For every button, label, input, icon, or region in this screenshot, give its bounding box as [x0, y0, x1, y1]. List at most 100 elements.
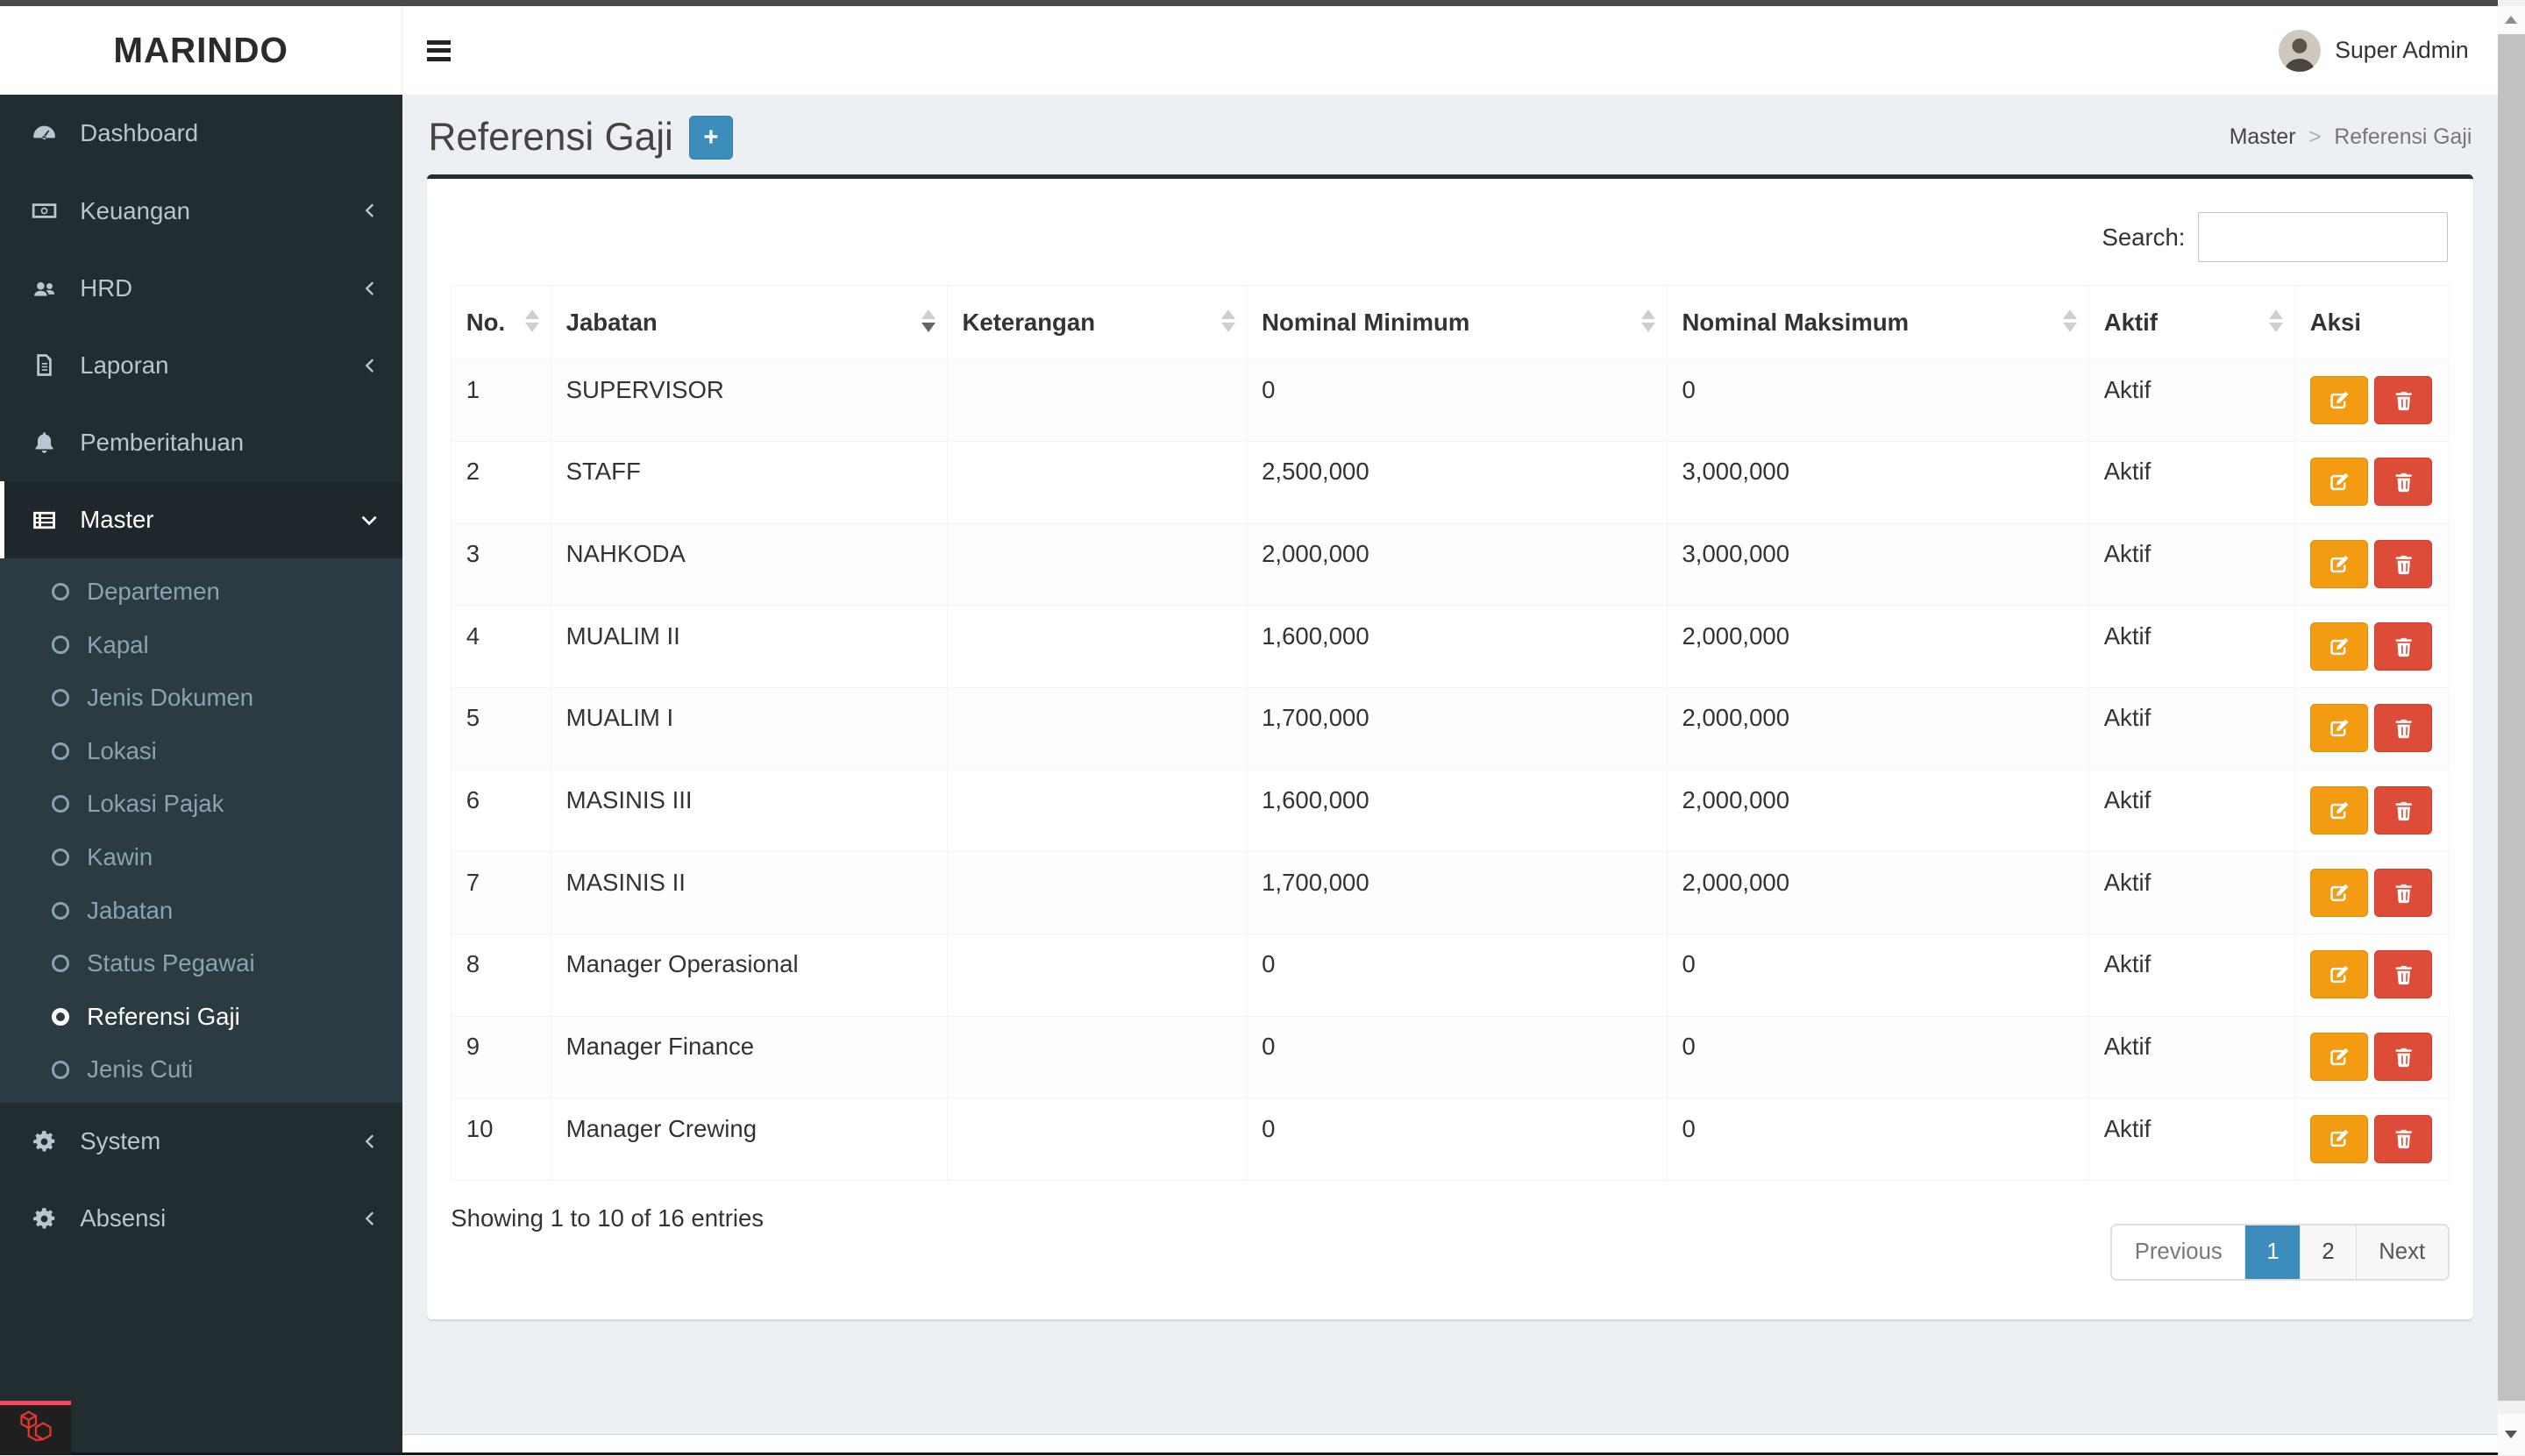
delete-button[interactable] — [2374, 950, 2432, 998]
delete-button[interactable] — [2374, 458, 2432, 506]
brand-logo[interactable]: MARINDO — [0, 6, 402, 95]
sidebar-item-absensi[interactable]: Absensi — [0, 1180, 402, 1257]
scrollbar-down-button[interactable] — [2498, 1414, 2525, 1456]
delete-button[interactable] — [2374, 704, 2432, 752]
pagination-previous[interactable]: Previous — [2112, 1225, 2245, 1278]
sidebar-item-dashboard[interactable]: Dashboard — [0, 95, 402, 172]
user-menu[interactable]: Super Admin — [2250, 6, 2498, 95]
edit-button[interactable] — [2310, 786, 2368, 835]
edit-button[interactable] — [2310, 458, 2368, 506]
pagination-next[interactable]: Next — [2357, 1225, 2448, 1278]
submenu-label: Jabatan — [87, 897, 173, 925]
window-top-edge — [0, 0, 2525, 6]
column-header-nominal-minimum[interactable]: Nominal Minimum — [1247, 285, 1667, 359]
sidebar-item-lokasi-pajak[interactable]: Lokasi Pajak — [0, 778, 402, 831]
cell-nominal-maksimum: 0 — [1667, 934, 2088, 1016]
submenu-label: Referensi Gaji — [87, 1003, 240, 1031]
page-title: Referensi Gaji — [429, 116, 673, 160]
delete-button[interactable] — [2374, 1033, 2432, 1081]
cell-aktif: Aktif — [2089, 606, 2295, 688]
sidebar-item-jabatan[interactable]: Jabatan — [0, 884, 402, 937]
circle-o-icon — [52, 689, 69, 707]
trash-icon — [2391, 962, 2416, 987]
search-input[interactable] — [2198, 212, 2448, 262]
cell-no: 10 — [452, 1098, 551, 1181]
trash-icon — [2391, 551, 2416, 577]
scrollbar-thumb[interactable] — [2498, 34, 2525, 1401]
edit-button[interactable] — [2310, 1115, 2368, 1163]
sidebar-item-kapal[interactable]: Kapal — [0, 618, 402, 671]
edit-button[interactable] — [2310, 869, 2368, 917]
table-row: 3 NAHKODA 2,000,000 3,000,000 Aktif — [452, 523, 2449, 606]
edit-pencil-icon — [2326, 551, 2351, 577]
sidebar-item-jenis-cuti[interactable]: Jenis Cuti — [0, 1043, 402, 1097]
edit-pencil-icon — [2326, 1126, 2351, 1151]
chevron-left-icon — [362, 358, 378, 373]
edit-button[interactable] — [2310, 950, 2368, 998]
breadcrumb-parent[interactable]: Master — [2230, 125, 2296, 150]
edit-pencil-icon — [2326, 798, 2351, 823]
cell-jabatan: Manager Crewing — [551, 1098, 948, 1181]
cell-jabatan: MASINIS II — [551, 852, 948, 934]
sidebar-item-laporan[interactable]: Laporan — [0, 327, 402, 404]
cell-aksi — [2295, 359, 2449, 442]
main-content: Referensi Gaji + Master > Referensi Gaji… — [402, 95, 2498, 1455]
add-button[interactable]: + — [689, 116, 733, 160]
chevron-left-icon — [362, 1133, 378, 1149]
cell-aktif: Aktif — [2089, 442, 2295, 524]
edit-button[interactable] — [2310, 540, 2368, 588]
table-row: 4 MUALIM II 1,600,000 2,000,000 Aktif — [452, 606, 2449, 688]
scrollbar-up-button[interactable] — [2498, 6, 2525, 33]
sidebar-item-pemberitahuan[interactable]: Pemberitahuan — [0, 404, 402, 481]
edit-button[interactable] — [2310, 1033, 2368, 1081]
submenu-label: Lokasi Pajak — [87, 790, 224, 818]
trash-icon — [2391, 1126, 2416, 1151]
cell-nominal-minimum: 0 — [1247, 359, 1667, 442]
debugbar-toggle[interactable] — [0, 1401, 71, 1455]
app-window: MARINDO Super Admin Dashboard Keuangan — [0, 0, 2525, 1455]
delete-button[interactable] — [2374, 540, 2432, 588]
sidebar-item-jenis-dokumen[interactable]: Jenis Dokumen — [0, 671, 402, 725]
delete-button[interactable] — [2374, 376, 2432, 424]
edit-button[interactable] — [2310, 622, 2368, 671]
cell-nominal-minimum: 1,600,000 — [1247, 606, 1667, 688]
column-header-nominal-maksimum[interactable]: Nominal Maksimum — [1667, 285, 2088, 359]
sidebar-item-status-pegawai[interactable]: Status Pegawai — [0, 937, 402, 991]
column-header-jabatan[interactable]: Jabatan — [551, 285, 948, 359]
pagination-page-2[interactable]: 2 — [2301, 1225, 2356, 1278]
cell-jabatan: SUPERVISOR — [551, 359, 948, 442]
cell-nominal-minimum: 1,700,000 — [1247, 687, 1667, 770]
delete-button[interactable] — [2374, 1115, 2432, 1163]
sidebar-item-hrd[interactable]: HRD — [0, 250, 402, 327]
column-header-aktif[interactable]: Aktif — [2089, 285, 2295, 359]
delete-button[interactable] — [2374, 869, 2432, 917]
submenu-label: Jenis Cuti — [87, 1055, 193, 1083]
sidebar-toggle-button[interactable] — [402, 6, 475, 95]
users-icon — [29, 272, 61, 304]
cell-aksi — [2295, 770, 2449, 852]
sidebar-item-keuangan[interactable]: Keuangan — [0, 173, 402, 250]
delete-button[interactable] — [2374, 622, 2432, 671]
edit-pencil-icon — [2326, 880, 2351, 906]
delete-button[interactable] — [2374, 786, 2432, 835]
cell-aksi — [2295, 1098, 2449, 1181]
circle-o-icon — [52, 902, 69, 920]
edit-button[interactable] — [2310, 704, 2368, 752]
sidebar-item-master[interactable]: Master — [0, 481, 402, 558]
sidebar-item-departemen[interactable]: Departemen — [0, 565, 402, 619]
cell-no: 9 — [452, 1016, 551, 1098]
sidebar-item-referensi-gaji[interactable]: Referensi Gaji — [0, 991, 402, 1044]
sidebar: Dashboard Keuangan HRD Laporan — [0, 95, 402, 1455]
cell-keterangan — [947, 852, 1247, 934]
sidebar-item-label: Master — [80, 506, 153, 534]
user-name: Super Admin — [2335, 37, 2468, 64]
column-header-keterangan[interactable]: Keterangan — [947, 285, 1247, 359]
column-header-no[interactable]: No. — [452, 285, 551, 359]
breadcrumb-separator: > — [2308, 125, 2321, 150]
sidebar-item-kawin[interactable]: Kawin — [0, 831, 402, 884]
edit-button[interactable] — [2310, 376, 2368, 424]
pagination-page-1[interactable]: 1 — [2245, 1225, 2301, 1278]
cell-no: 7 — [452, 852, 551, 934]
sidebar-item-system[interactable]: System — [0, 1103, 402, 1180]
sidebar-item-lokasi[interactable]: Lokasi — [0, 724, 402, 778]
